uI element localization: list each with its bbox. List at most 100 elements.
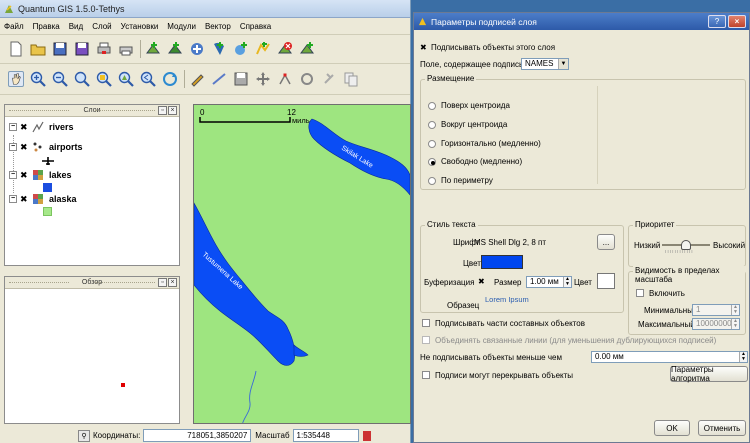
buffer-checkbox[interactable]: ✖ (478, 277, 485, 286)
scale-label: Масштаб (255, 431, 290, 440)
placement-around-centroid-radio[interactable] (428, 121, 436, 129)
digitize-pen-icon[interactable] (189, 71, 205, 87)
layer-item-airports[interactable]: − ✖ airports (9, 141, 83, 153)
layer-visibility-checkbox[interactable]: ✖ (20, 122, 29, 132)
label-layer-checkbox-label: Подписывать объекты этого слоя (431, 43, 556, 52)
menu-plugins[interactable]: Модули (167, 22, 196, 31)
layer-visibility-checkbox[interactable]: ✖ (20, 170, 29, 180)
algorithm-settings-button[interactable]: Параметры алгоритма (670, 365, 748, 383)
zoom-full-icon[interactable] (74, 71, 90, 87)
save-as-icon[interactable] (74, 41, 90, 57)
panel-float-button[interactable]: ▫ (158, 278, 167, 287)
placement-perimeter-radio[interactable] (428, 177, 436, 185)
menu-file[interactable]: Файл (4, 22, 24, 31)
priority-slider-track[interactable] (662, 240, 710, 250)
placement-horizontal-radio[interactable] (428, 140, 436, 148)
cancel-button[interactable]: Отменить (698, 420, 746, 436)
ok-button[interactable]: OK (654, 420, 690, 436)
add-layer-icon[interactable] (299, 41, 315, 57)
collapse-icon[interactable]: − (9, 143, 17, 151)
add-wms-layer-icon[interactable] (233, 41, 249, 57)
scale-bar-line (199, 117, 291, 123)
new-vector-layer-icon[interactable] (255, 41, 271, 57)
scale-visibility-enable-label: Включить (649, 289, 685, 298)
min-size-spinbox[interactable]: 0.00 мм ▲ ▼ (591, 351, 748, 363)
overview-panel-header: Обзор ▫ × (5, 277, 179, 289)
spinner-arrows-icon[interactable]: ▲ ▼ (731, 305, 739, 315)
menu-settings[interactable]: Установки (121, 22, 159, 31)
coordinates-field[interactable]: 718051,3850207 (143, 429, 252, 442)
label-layer-check-mark[interactable]: ✖ (420, 43, 427, 52)
text-color-swatch[interactable] (481, 255, 523, 269)
copy-features-icon[interactable] (343, 71, 359, 87)
capture-line-icon[interactable] (211, 71, 227, 87)
airplane-symbol-icon (42, 157, 54, 165)
refresh-icon[interactable] (162, 71, 178, 87)
close-button[interactable]: × (728, 15, 746, 28)
scale-visibility-checkbox[interactable] (636, 289, 644, 297)
node-tool-icon[interactable] (277, 71, 293, 87)
panel-close-button[interactable]: × (168, 278, 177, 287)
layer-item-alaska[interactable]: − ✖ alaska (9, 193, 77, 205)
help-button[interactable]: ? (708, 15, 726, 28)
delete-ring-icon[interactable] (299, 71, 315, 87)
stop-render-icon[interactable] (362, 430, 371, 441)
new-project-icon[interactable] (8, 41, 24, 57)
collapse-icon[interactable]: − (9, 171, 17, 179)
layer-visibility-checkbox[interactable]: ✖ (20, 194, 29, 204)
coordinate-toggle-icon[interactable]: ⚲ (78, 429, 90, 442)
collapse-icon[interactable]: − (9, 195, 17, 203)
zoom-last-icon[interactable] (140, 71, 156, 87)
spinner-arrows-icon[interactable]: ▲ ▼ (731, 319, 739, 329)
zoom-to-layer-icon[interactable] (118, 71, 134, 87)
add-postgis-layer-icon[interactable] (189, 41, 205, 57)
zoom-out-icon[interactable] (52, 71, 68, 87)
placement-free-radio[interactable] (428, 158, 436, 166)
remove-layer-icon[interactable] (277, 41, 293, 57)
label-parts-checkbox[interactable] (422, 319, 430, 327)
split-features-icon[interactable] (321, 71, 337, 87)
menu-layer[interactable]: Слой (92, 22, 111, 31)
merge-lines-checkbox[interactable] (422, 336, 430, 344)
buffer-color-swatch[interactable] (597, 273, 615, 289)
layer-item-rivers[interactable]: − ✖ rivers (9, 121, 74, 133)
open-project-icon[interactable] (30, 41, 46, 57)
add-spatialite-layer-icon[interactable] (211, 41, 227, 57)
print-icon[interactable] (118, 41, 134, 57)
pan-icon[interactable] (8, 71, 24, 87)
priority-group-title: Приоритет (633, 220, 677, 229)
panel-float-button[interactable]: ▫ (158, 106, 167, 115)
save-project-icon[interactable] (52, 41, 68, 57)
overlap-checkbox[interactable] (422, 371, 430, 379)
move-feature-icon[interactable] (255, 71, 271, 87)
menu-view[interactable]: Вид (69, 22, 83, 31)
panel-close-button[interactable]: × (168, 106, 177, 115)
zoom-to-selection-icon[interactable] (96, 71, 112, 87)
save-edits-icon[interactable] (233, 71, 249, 87)
menu-help[interactable]: Справка (240, 22, 271, 31)
label-field-combo[interactable]: NAMES ▼ (521, 58, 569, 70)
map-canvas[interactable]: 0 12 миль Skilak Lake Tustumena Lake (193, 104, 411, 424)
layer-visibility-checkbox[interactable]: ✖ (20, 142, 29, 152)
sample-text: Lorem Ipsum (485, 295, 529, 304)
scale-field[interactable]: 1:535448 (292, 429, 359, 442)
add-raster-layer-icon[interactable] (167, 41, 183, 57)
add-vector-layer-icon[interactable] (145, 41, 161, 57)
spinner-arrows-icon[interactable]: ▲ ▼ (563, 277, 571, 287)
font-choose-button[interactable]: ... (597, 234, 615, 250)
max-scale-spinbox[interactable]: 10000000 ▲ ▼ (692, 318, 740, 330)
status-bar: ⚲ Координаты: 718051,3850207 Масштаб 1:5… (0, 428, 411, 443)
menu-vector[interactable]: Вектор (205, 22, 231, 31)
placement-group-title: Размещение (425, 74, 477, 83)
layer-item-lakes[interactable]: − ✖ lakes (9, 169, 72, 181)
min-scale-spinbox[interactable]: 1 ▲ ▼ (692, 304, 740, 316)
collapse-icon[interactable]: − (9, 123, 17, 131)
label-parts-label: Подписывать части составных объектов (435, 319, 585, 328)
print-composer-icon[interactable] (96, 41, 112, 57)
buffer-size-spinbox[interactable]: 1.00 мм ▲ ▼ (526, 276, 572, 288)
menu-edit[interactable]: Правка (33, 22, 60, 31)
zoom-in-icon[interactable] (30, 71, 46, 87)
spinner-arrows-icon[interactable]: ▲ ▼ (739, 352, 747, 362)
placement-over-centroid-radio[interactable] (428, 102, 436, 110)
text-color-label: Цвет (463, 259, 481, 268)
